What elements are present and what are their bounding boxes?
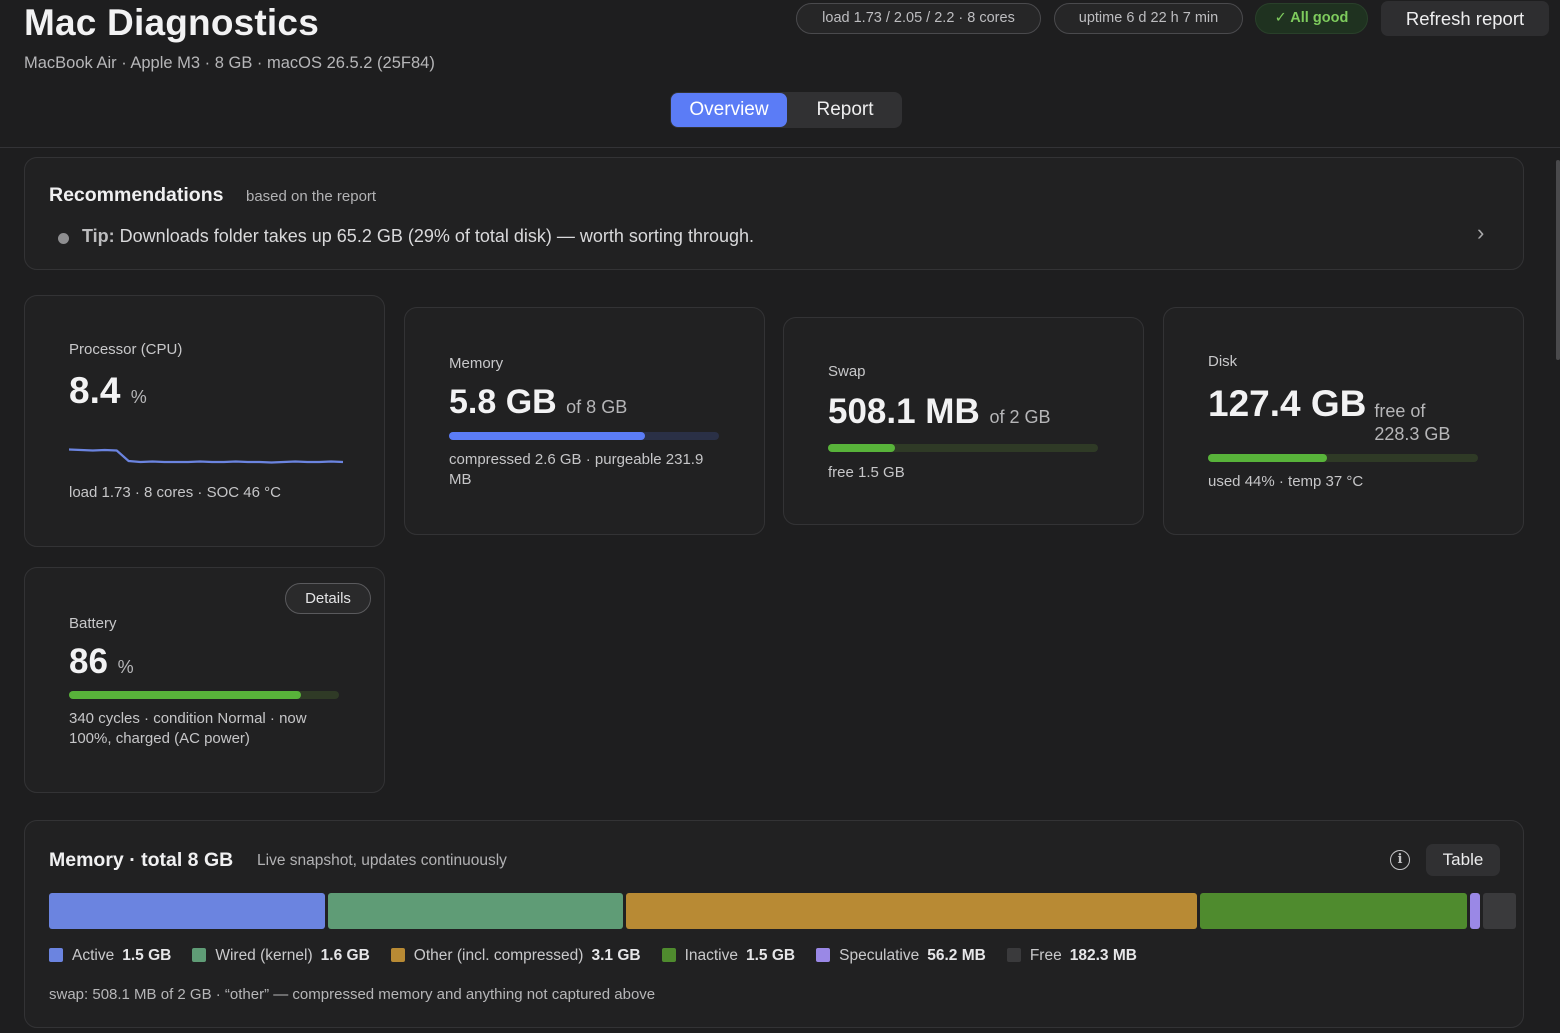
swap-value: 508.1 MB of 2 GB [828,392,1051,432]
app-title: Mac Diagnostics [24,2,319,43]
disk-of: free of 228.3 GB [1374,401,1451,444]
header-divider [0,147,1560,148]
memory-label: Memory [449,355,504,372]
disk-footer: used 44% · temp 37 °C [1208,473,1364,490]
info-icon[interactable]: i [1390,850,1410,870]
memory-segment-speculative[interactable] [1470,893,1481,929]
legend-label: Active [72,947,115,964]
recommendations-title: Recommendations [49,184,224,206]
chevron-right-icon[interactable]: › [1477,220,1484,246]
battery-unit: % [117,657,134,677]
legend-item: Other (incl. compressed) 3.1 GB [390,947,641,965]
memory-bar [449,432,719,440]
legend-value: 1.6 GB [320,947,370,964]
legend-label: Inactive [684,947,738,964]
memory-footer: compressed 2.6 GB · purgeable 231.9 MB [449,451,704,488]
legend-label: Speculative [839,947,920,964]
memory-segment-active[interactable] [49,893,326,929]
cpu-value-number: 8.4 [69,370,121,411]
swap-value-number: 508.1 MB [828,392,980,431]
status-badge: ✓ All good [1255,3,1368,34]
memory-segment-wired-kernel[interactable] [328,893,623,929]
swap-of: of 2 GB [989,407,1051,427]
battery-value-number: 86 [69,642,108,681]
legend-swatch [49,948,63,962]
memory-value: 5.8 GB of 8 GB [449,383,627,422]
cpu-footer: load 1.73 · 8 cores · SOC 46 °C [69,484,281,501]
legend-item: Active 1.5 GB [49,947,171,965]
cpu-sparkline-line [69,448,343,464]
swap-card: Swap 508.1 MB of 2 GB free 1.5 GB [783,317,1144,525]
cpu-label: Processor (CPU) [69,341,183,358]
recommendation-tip[interactable]: Tip: Downloads folder takes up 65.2 GB (… [82,226,754,247]
memory-segment-other-incl-compressed[interactable] [626,893,1197,929]
battery-details-button[interactable]: Details [285,583,371,614]
disk-bar [1208,454,1478,462]
disk-value: 127.4 GB free of 228.3 GB [1208,383,1456,446]
memory-legend: Active 1.5 GB Wired (kernel) 1.6 GB Other (i… [49,947,1158,965]
legend-item: Speculative 56.2 MB [816,947,986,965]
legend-label: Other (incl. compressed) [413,947,584,964]
memory-value-number: 5.8 GB [449,383,557,421]
legend-swatch [816,948,831,962]
battery-bar [69,691,339,699]
battery-card: Details Battery 86 % 340 cycles · condit… [24,567,385,793]
view-tab-switcher: Overview Report [670,92,902,128]
tip-text: Downloads folder takes up 65.2 GB (29% o… [114,226,754,246]
legend-item: Free 182.3 MB [1006,947,1137,965]
scrollbar[interactable] [1556,160,1560,360]
legend-value: 3.1 GB [591,947,641,964]
legend-value: 1.5 GB [746,947,796,964]
disk-label: Disk [1208,353,1238,370]
load-pill: load 1.73 / 2.05 / 2.2 · 8 cores [796,3,1041,34]
cpu-value: 8.4 % [69,370,147,412]
swap-footer: free 1.5 GB [828,464,905,481]
swap-label: Swap [828,363,866,380]
legend-swatch [1006,948,1021,962]
tab-report[interactable]: Report [788,93,902,127]
battery-footer: 340 cycles · condition Normal · now 100%… [69,710,307,747]
memory-stacked-bar [49,893,1516,929]
memory-card: Memory 5.8 GB of 8 GB compressed 2.6 GB … [404,307,765,535]
legend-label: Wired (kernel) [215,947,313,964]
memory-breakdown-card: Memory · total 8 GB Live snapshot, updat… [24,820,1524,1028]
tab-overview[interactable]: Overview [671,93,787,127]
legend-value: 182.3 MB [1069,947,1137,964]
uptime-pill: uptime 6 d 22 h 7 min [1054,3,1243,34]
memory-segment-inactive[interactable] [1200,893,1468,929]
memory-segment-free[interactable] [1483,893,1516,929]
memory-breakdown-title: Memory · total 8 GB [49,849,234,871]
refresh-report-button[interactable]: Refresh report [1381,1,1549,36]
recommendations-subtitle: based on the report [246,188,377,205]
legend-label: Free [1029,947,1062,964]
legend-swatch [192,948,207,962]
battery-value: 86 % [69,642,134,682]
cpu-card: Processor (CPU) 8.4 % load 1.73 · 8 core… [24,295,385,547]
disk-card: Disk 127.4 GB free of 228.3 GB used 44% … [1163,307,1524,535]
legend-item: Inactive 1.5 GB [661,947,796,965]
memory-bar-fill [449,432,645,440]
legend-value: 1.5 GB [122,947,172,964]
legend-swatch [661,948,676,962]
device-subtitle: MacBook Air · Apple M3 · 8 GB · macOS 26… [24,54,435,72]
memory-breakdown-subtitle: Live snapshot, updates continuously [257,852,507,869]
battery-bar-fill [69,691,302,699]
battery-label: Battery [69,615,117,632]
legend-value: 56.2 MB [927,947,986,964]
legend-swatch [390,948,405,962]
cpu-sparkline [69,448,343,464]
memory-breakdown-footer: swap: 508.1 MB of 2 GB · “other” — compr… [49,986,656,1003]
memory-of: of 8 GB [566,397,628,417]
table-view-button[interactable]: Table [1426,844,1500,876]
recommendations-card: Recommendations based on the report Tip:… [24,157,1524,270]
disk-value-number: 127.4 GB [1208,383,1367,424]
swap-bar-fill [828,444,895,452]
tip-prefix: Tip: [82,226,115,246]
swap-bar [828,444,1098,452]
cpu-unit: % [130,387,147,407]
disk-bar-fill [1208,454,1327,462]
legend-item: Wired (kernel) 1.6 GB [192,947,370,965]
bullet-icon [58,233,69,244]
